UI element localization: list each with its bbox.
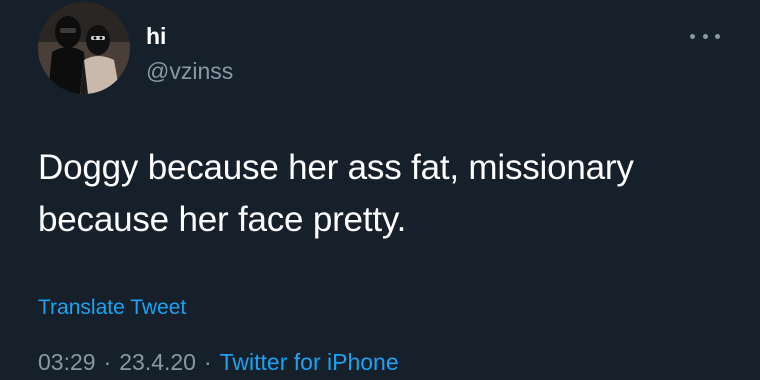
separator: ·	[103, 349, 112, 375]
translate-tweet-link[interactable]: Translate Tweet	[38, 295, 186, 321]
display-name[interactable]: hi	[146, 22, 166, 50]
dot-icon	[690, 33, 695, 39]
tweet: hi @vzinss Doggy because her ass fat, mi…	[0, 0, 760, 380]
tweet-date[interactable]: 23.4.20	[119, 349, 196, 375]
avatar-image	[38, 2, 130, 94]
separator: ·	[203, 349, 212, 375]
tweet-time[interactable]: 03:29	[38, 349, 96, 375]
tweet-text: Doggy because her ass fat, missionary be…	[38, 148, 634, 239]
tweet-source-link[interactable]: Twitter for iPhone	[220, 349, 399, 375]
user-handle[interactable]: @vzinss	[146, 57, 233, 85]
more-options-icon[interactable]	[690, 26, 720, 46]
dot-icon	[702, 33, 708, 39]
dot-icon	[715, 33, 720, 39]
avatar[interactable]	[38, 2, 130, 94]
tweet-metadata: 03:29 · 23.4.20 · Twitter for iPhone	[38, 348, 399, 376]
